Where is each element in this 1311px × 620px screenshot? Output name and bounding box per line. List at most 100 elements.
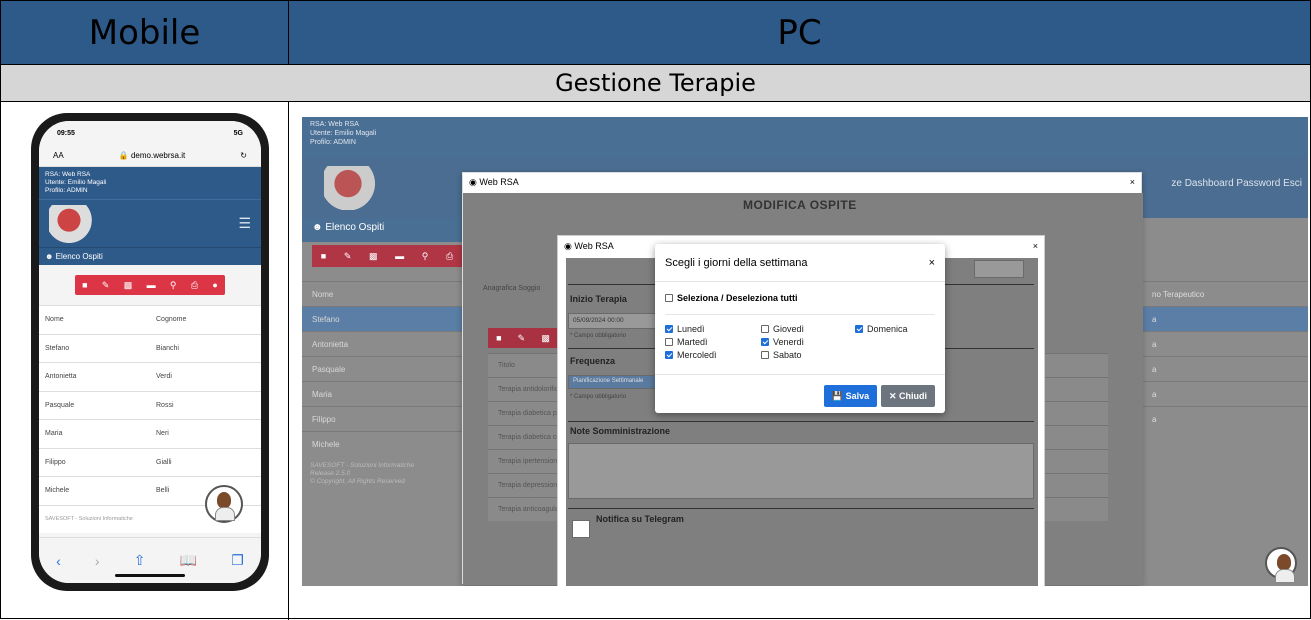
bookmarks-icon[interactable]: 📖 xyxy=(180,552,197,569)
list-item[interactable]: Antonietta xyxy=(302,331,462,356)
pc-user-info: RSA: Web RSA Utente: Emilio Magali Profi… xyxy=(302,117,1308,158)
list-item[interactable]: Michele xyxy=(302,431,462,456)
page-title: MODIFICA OSPITE xyxy=(743,198,857,212)
telegram-checkbox[interactable] xyxy=(572,520,590,538)
new-icon[interactable]: ■ xyxy=(82,280,87,290)
table-row[interactable]: Antonietta Verdi xyxy=(39,362,261,391)
info-line: Profilo: ADMIN xyxy=(45,187,88,194)
archive-icon[interactable]: ▬ xyxy=(395,251,404,261)
table-row[interactable]: Maria Neri xyxy=(39,419,261,448)
info-icon[interactable]: ● xyxy=(212,280,217,290)
day-martedi[interactable]: Martedì xyxy=(665,337,708,347)
trash-icon[interactable]: ▩ xyxy=(369,251,378,262)
mic-trash-group[interactable] xyxy=(974,260,1024,278)
required-note: * Campo obbligatorio xyxy=(570,333,627,339)
day-lunedi[interactable]: Lunedì xyxy=(665,324,705,334)
back-icon[interactable]: ‹ xyxy=(56,553,61,569)
list-item[interactable]: Filippo xyxy=(302,406,462,431)
menu-icon[interactable]: ☰ xyxy=(238,215,251,232)
table-row[interactable]: Stefano Bianchi xyxy=(39,333,261,362)
cell: Neri xyxy=(156,430,169,438)
info-line: Profilo: ADMIN xyxy=(310,139,356,146)
print-icon[interactable]: ⎙ xyxy=(446,251,453,262)
address-bar[interactable]: AA 🔒 demo.webrsa.it ↻ xyxy=(39,145,261,167)
divider xyxy=(568,421,1034,422)
cell: a xyxy=(1142,331,1308,356)
day-domenica[interactable]: Domenica xyxy=(855,324,908,334)
close-icon[interactable]: × xyxy=(1033,241,1038,253)
checkbox[interactable] xyxy=(665,338,673,346)
save-button[interactable]: 💾 Salva xyxy=(824,385,877,407)
search-icon[interactable]: ⚲ xyxy=(422,251,429,262)
info-line: Utente: Emilio Magali xyxy=(310,130,377,137)
day-label: Lunedì xyxy=(677,324,705,334)
divider xyxy=(288,1,289,64)
day-sabato[interactable]: Sabato xyxy=(761,350,802,360)
table-row[interactable]: Filippo Gialli xyxy=(39,447,261,476)
cell: Maria xyxy=(45,430,63,438)
day-label: Mercoledì xyxy=(677,350,717,360)
day-label: Martedì xyxy=(677,337,708,347)
assistant-avatar[interactable] xyxy=(205,485,243,523)
tabs-icon[interactable]: ❐ xyxy=(231,552,244,569)
aa-button[interactable]: AA xyxy=(53,151,64,160)
list-item[interactable]: Pasquale xyxy=(302,356,462,381)
copy-icon[interactable]: ▩ xyxy=(541,333,550,344)
tabs[interactable]: Anagrafica Soggio xyxy=(483,285,540,292)
checkbox[interactable] xyxy=(665,294,673,302)
day-giovedi[interactable]: Giovedì xyxy=(761,324,804,334)
trash-icon[interactable]: ▩ xyxy=(124,280,133,291)
edit-icon[interactable]: ✎ xyxy=(344,251,352,262)
day-venerdi[interactable]: Venerdì xyxy=(761,337,804,347)
assistant-avatar[interactable] xyxy=(1265,547,1297,583)
user-info: RSA: Web RSA Utente: Emilio Magali Profi… xyxy=(39,167,261,199)
cell: Bianchi xyxy=(156,344,179,352)
select-all-checkbox[interactable]: Seleziona / Deseleziona tutti xyxy=(665,293,798,303)
checkbox[interactable] xyxy=(761,338,769,346)
toolbar: ■ ✎ ▩ xyxy=(488,328,558,348)
phone-mockup: 09:55 5G AA 🔒 demo.webrsa.it ↻ RSA: Web … xyxy=(31,113,269,591)
modal-header: Scegli i giorni della settimana × xyxy=(655,244,945,282)
checkbox[interactable] xyxy=(665,325,673,333)
close-icon[interactable]: × xyxy=(929,257,935,269)
table-row[interactable]: Pasquale Rossi xyxy=(39,390,261,419)
forward-icon[interactable]: › xyxy=(95,553,100,569)
comparison-table: Mobile PC Gestione Terapie 09:55 5G AA 🔒… xyxy=(0,0,1311,620)
new-icon[interactable]: ■ xyxy=(321,251,326,261)
close-icon[interactable]: × xyxy=(1130,177,1135,189)
print-icon[interactable]: ⎙ xyxy=(191,280,198,291)
cell: a xyxy=(1142,406,1308,431)
frequenza-select[interactable]: Pianificazione Settimanale xyxy=(568,375,658,389)
save-label: Salva xyxy=(845,391,870,401)
list-item[interactable]: Maria xyxy=(302,381,462,406)
guest-list: Nome Stefano Antonietta Pasquale Maria F… xyxy=(302,281,462,456)
share-icon[interactable]: ⇧ xyxy=(134,552,146,569)
cell: Michele xyxy=(45,487,70,495)
cell: Antonietta xyxy=(45,373,77,381)
required-note: * Campo obbligatorio xyxy=(570,394,627,400)
cancel-button[interactable]: ✕ Chiudi xyxy=(881,385,935,407)
search-icon[interactable]: ⚲ xyxy=(170,280,177,291)
col-cognome: Cognome xyxy=(156,316,187,324)
new-icon[interactable]: ■ xyxy=(496,333,501,343)
day-mercoledi[interactable]: Mercoledì xyxy=(665,350,717,360)
checkbox[interactable] xyxy=(665,351,673,359)
archive-icon[interactable]: ▬ xyxy=(147,280,156,290)
reload-icon[interactable]: ↻ xyxy=(240,151,247,160)
note-textarea[interactable] xyxy=(568,443,1034,499)
edit-icon[interactable]: ✎ xyxy=(518,333,526,344)
checkbox[interactable] xyxy=(761,351,769,359)
edit-icon[interactable]: ✎ xyxy=(102,280,110,291)
close-icon: ✕ xyxy=(888,390,900,401)
title-text: Web RSA xyxy=(574,241,614,251)
top-nav[interactable]: ze Dashboard Password Esci xyxy=(1171,178,1302,189)
checkbox[interactable] xyxy=(761,325,769,333)
day-label: Domenica xyxy=(867,324,908,334)
list-item[interactable]: Stefano xyxy=(302,306,462,331)
app-logo xyxy=(49,204,99,243)
inizio-input[interactable]: 05/09/2024 00:00 xyxy=(568,313,658,329)
section-label: Elenco Ospiti xyxy=(325,222,385,233)
frequenza-label: Frequenza xyxy=(570,356,616,366)
status-bar: 09:55 5G xyxy=(39,121,261,145)
checkbox[interactable] xyxy=(855,325,863,333)
